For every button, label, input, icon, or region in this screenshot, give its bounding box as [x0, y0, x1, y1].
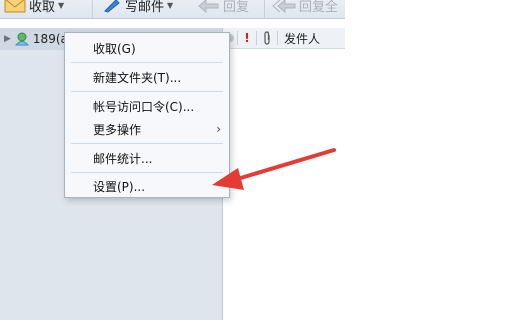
annotation-arrow-icon — [212, 148, 336, 190]
